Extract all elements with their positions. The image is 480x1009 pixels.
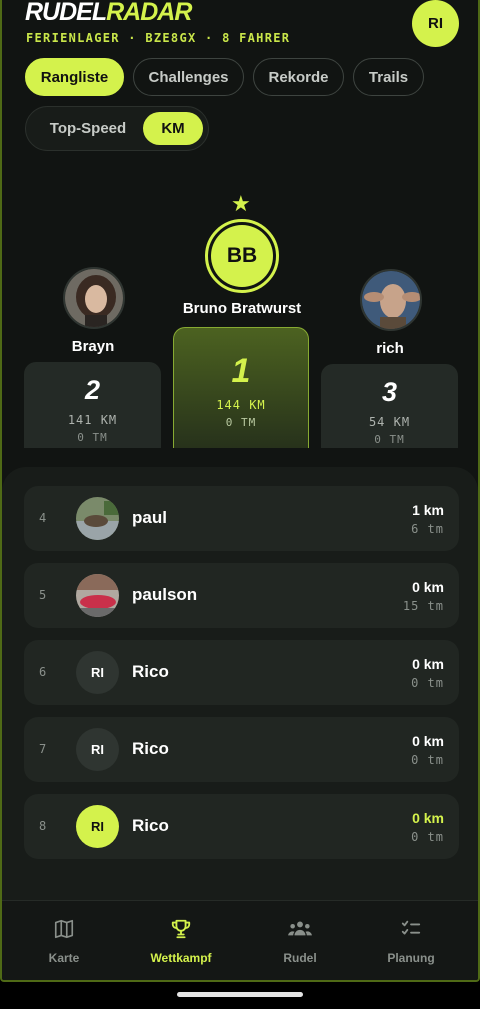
row-name: Rico: [132, 816, 169, 835]
nav-label: Karte: [48, 951, 80, 965]
avatar: RI: [76, 805, 119, 848]
podium-km: 54 KM: [368, 415, 411, 429]
row-km: 0 km: [412, 810, 444, 826]
podium-tm: 0 TM: [225, 416, 257, 429]
second-place-name: Brayn: [71, 338, 115, 355]
third-place-avatar[interactable]: [360, 269, 422, 331]
user-avatar[interactable]: RI: [412, 0, 459, 47]
table-row[interactable]: 5 paulson 0 km 15 tm: [24, 563, 459, 628]
row-rank: 5: [39, 588, 47, 602]
row-tm: 0 tm: [411, 830, 444, 844]
toggle-top-speed[interactable]: Top-Speed: [36, 112, 140, 145]
row-rank: 7: [39, 742, 47, 756]
section-tabs: Rangliste Challenges Rekorde Trails: [25, 58, 424, 96]
row-km: 0 km: [412, 579, 444, 595]
row-name: Rico: [132, 662, 169, 681]
first-place-name: Bruno Bratwurst: [182, 300, 302, 317]
row-km: 0 km: [412, 656, 444, 672]
table-row[interactable]: 4 paul 1 km 6 tm: [24, 486, 459, 551]
row-rank: 6: [39, 665, 47, 679]
group-icon: [250, 918, 350, 942]
podium-km: 141 KM: [67, 413, 118, 427]
table-row[interactable]: 6 RI Rico 0 km 0 tm: [24, 640, 459, 705]
star-icon: ★: [231, 191, 251, 216]
nav-karte[interactable]: Karte: [14, 918, 114, 965]
podium-first[interactable]: 1 144 KM 0 TM: [173, 327, 309, 448]
home-indicator[interactable]: [177, 992, 303, 997]
podium-second[interactable]: 2 141 KM 0 TM: [24, 362, 161, 448]
ranking-list: 4 paul 1 km 6 tm 5 paulson 0 km 15 tm 6 …: [2, 467, 478, 907]
logo-part-radar: RADAR: [106, 0, 192, 26]
table-row[interactable]: 7 RI Rico 0 km 0 tm: [24, 717, 459, 782]
podium-tm: 0 TM: [374, 433, 405, 446]
tab-challenges[interactable]: Challenges: [133, 58, 244, 96]
toggle-km[interactable]: KM: [143, 112, 203, 145]
third-place-name: rich: [376, 340, 404, 357]
app-logo: RUDELRADAR: [25, 0, 192, 27]
first-place-avatar[interactable]: BB: [205, 219, 279, 293]
trophy-icon: [131, 918, 231, 942]
nav-label: Wettkampf: [150, 951, 212, 965]
row-tm: 6 tm: [411, 522, 444, 536]
tab-rangliste[interactable]: Rangliste: [25, 58, 124, 96]
nav-rudel[interactable]: Rudel: [250, 918, 350, 965]
nav-wettkampf[interactable]: Wettkampf: [131, 918, 231, 965]
row-tm: 0 tm: [411, 753, 444, 767]
avatar: RI: [76, 728, 119, 771]
podium-third[interactable]: 3 54 KM 0 TM: [321, 364, 458, 448]
map-icon: [14, 918, 114, 942]
app-screen: RUDELRADAR FERIENLAGER · BZE8GX · 8 FAHR…: [0, 0, 480, 982]
avatar: [76, 574, 119, 617]
second-place-avatar[interactable]: [63, 267, 125, 329]
row-rank: 4: [39, 511, 47, 525]
checklist-icon: [361, 918, 461, 942]
row-km: 0 km: [412, 733, 444, 749]
podium-rank: 2: [84, 375, 101, 405]
nav-label: Rudel: [283, 951, 317, 965]
session-subtitle: FERIENLAGER · BZE8GX · 8 FAHRER: [26, 31, 291, 45]
podium-tm: 0 TM: [77, 431, 108, 444]
row-name: Rico: [132, 739, 169, 758]
nav-planung[interactable]: Planung: [361, 918, 461, 965]
logo-part-rudel: RUDEL: [25, 0, 107, 26]
podium-km: 144 KM: [216, 398, 266, 412]
table-row-current-user[interactable]: 8 RI Rico 0 km 0 tm: [24, 794, 459, 859]
metric-toggle: Top-Speed KM: [25, 106, 209, 151]
avatar: RI: [76, 651, 119, 694]
row-km: 1 km: [412, 502, 444, 518]
row-tm: 15 tm: [402, 599, 444, 613]
nav-label: Planung: [387, 951, 435, 965]
row-rank: 8: [39, 819, 47, 833]
row-name: paul: [132, 508, 167, 527]
podium-rank: 3: [381, 377, 398, 407]
row-name: paulson: [132, 585, 198, 604]
tab-trails[interactable]: Trails: [353, 58, 424, 96]
podium-rank: 1: [231, 352, 251, 390]
first-place-initials: BB: [211, 225, 273, 287]
row-tm: 0 tm: [411, 676, 444, 690]
avatar: [76, 497, 119, 540]
bottom-nav: Karte Wettkampf Rudel Planung: [2, 900, 478, 980]
tab-rekorde[interactable]: Rekorde: [253, 58, 344, 96]
